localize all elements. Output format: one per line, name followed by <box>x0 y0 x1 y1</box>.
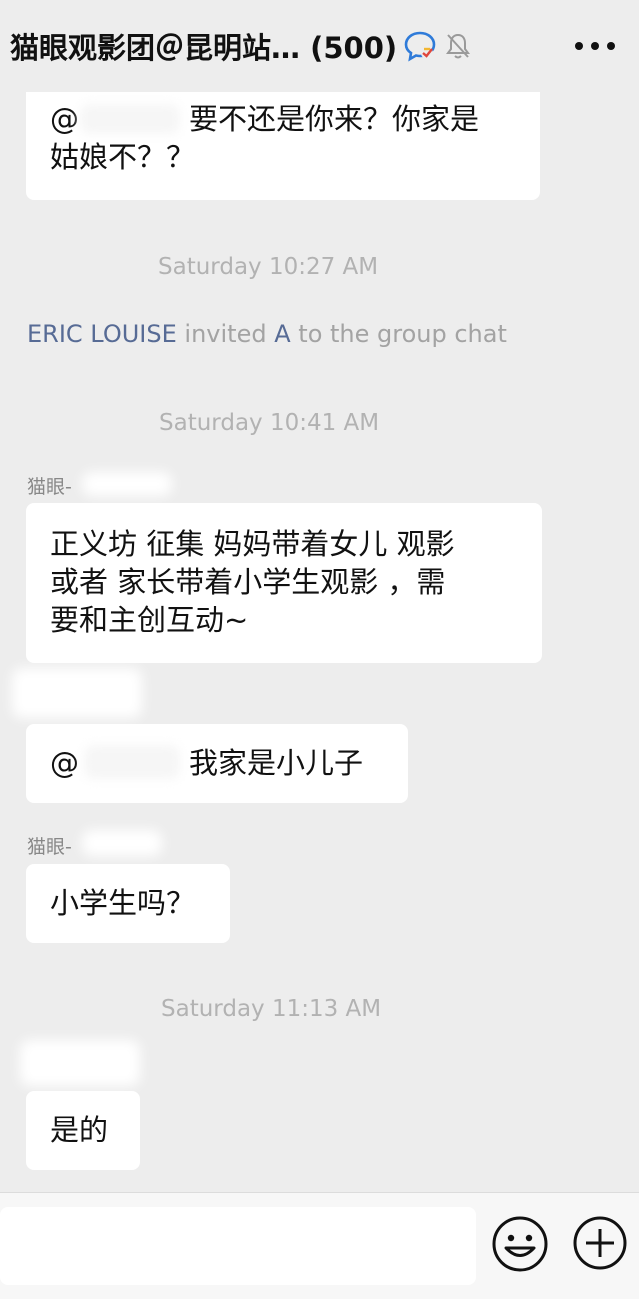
redacted-avatar <box>20 1040 140 1086</box>
redacted-name <box>82 472 172 496</box>
emoji-icon[interactable] <box>491 1215 549 1273</box>
sender-name: 猫眼- <box>27 476 72 498</box>
message-line: 是的 <box>50 1113 109 1147</box>
timestamp: Saturday 10:41 AM <box>159 410 380 436</box>
chat-header: 猫眼观影团＠昆明站… (500) <box>0 0 639 92</box>
plus-icon[interactable] <box>572 1215 628 1271</box>
message-bubble[interactable]: 小学生吗？ <box>26 864 230 943</box>
redacted-avatar <box>12 668 142 718</box>
redacted-name <box>82 830 162 856</box>
message-bubble[interactable]: 正义坊 征集 妈妈带着女儿 观影 或者 家长带着小学生观影 ，需 要和主创互动~ <box>26 503 542 663</box>
message-line: 正义坊 征集 妈妈带着女儿 观影 <box>50 527 455 561</box>
more-options-icon[interactable] <box>575 34 615 58</box>
message-line: 小学生吗？ <box>50 886 196 920</box>
message-line: 姑娘不？？ <box>50 140 196 174</box>
chat-title[interactable]: 猫眼观影团＠昆明站… (500) <box>10 25 397 67</box>
message-bubble[interactable]: 是的 <box>26 1091 140 1170</box>
message-input[interactable] <box>0 1207 476 1285</box>
message-line: 要和主创互动~ <box>50 603 249 637</box>
redacted-name <box>80 104 180 134</box>
chat-bubble-icon <box>404 31 436 62</box>
system-message: ERIC LOUISE invited A to the group chat <box>27 320 507 348</box>
timestamp: Saturday 10:27 AM <box>158 254 379 280</box>
mute-bell-icon <box>446 33 471 59</box>
timestamp: Saturday 11:13 AM <box>161 996 382 1022</box>
input-bar <box>0 1192 639 1299</box>
message-line: 或者 家长带着小学生观影 ，需 <box>50 565 446 599</box>
invitee-name[interactable]: A <box>274 320 290 348</box>
sender-name: 猫眼- <box>27 836 72 858</box>
inviter-name[interactable]: ERIC LOUISE <box>27 320 177 348</box>
redacted-name <box>84 745 180 779</box>
